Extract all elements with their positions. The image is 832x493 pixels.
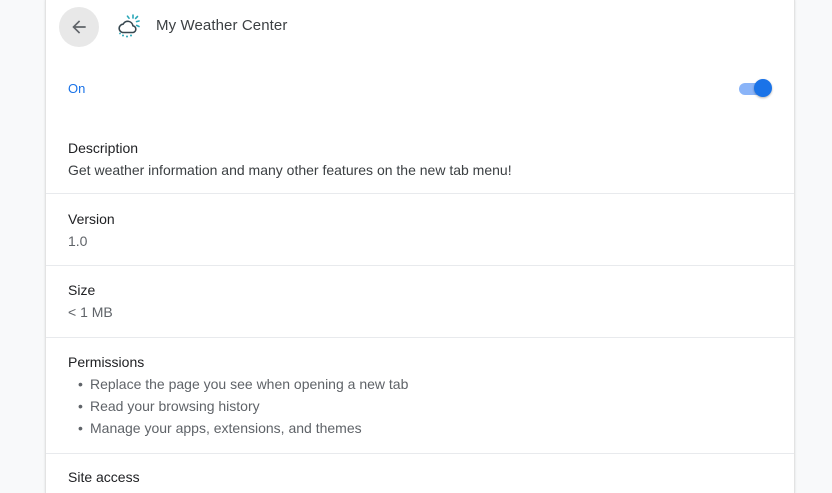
bullet: • xyxy=(78,420,83,436)
size-section: Size < 1 MB xyxy=(46,266,794,337)
permission-item: • Read your browsing history xyxy=(78,398,260,414)
description-section: Description Get weather information and … xyxy=(46,122,794,193)
permission-text: Read your browsing history xyxy=(90,398,260,414)
extension-title: My Weather Center xyxy=(156,17,288,34)
site-access-section: Site access xyxy=(46,454,794,493)
back-button[interactable] xyxy=(59,7,99,47)
permission-text: Replace the page you see when opening a … xyxy=(90,376,409,392)
enable-toggle[interactable] xyxy=(738,78,774,98)
toggle-knob xyxy=(754,79,772,97)
enable-row: On xyxy=(46,66,794,110)
permission-item: • Replace the page you see when opening a… xyxy=(78,376,408,392)
size-value: < 1 MB xyxy=(68,304,113,320)
site-access-label: Site access xyxy=(68,469,140,485)
permissions-label: Permissions xyxy=(68,354,145,370)
extension-details-card: My Weather Center On Description Get wea… xyxy=(45,0,795,493)
enable-status-label: On xyxy=(68,81,86,96)
size-label: Size xyxy=(68,282,96,298)
bullet: • xyxy=(78,376,83,392)
version-label: Version xyxy=(68,211,115,227)
description-value: Get weather information and many other f… xyxy=(68,162,512,178)
permissions-section: Permissions • Replace the page you see wh… xyxy=(46,338,794,453)
description-label: Description xyxy=(68,140,139,156)
permission-item: • Manage your apps, extensions, and theme… xyxy=(78,420,362,436)
bullet: • xyxy=(78,398,83,414)
arrow-back-icon xyxy=(72,20,86,34)
details-header: My Weather Center xyxy=(46,0,794,54)
permission-text: Manage your apps, extensions, and themes xyxy=(90,420,362,436)
version-value: 1.0 xyxy=(68,233,88,249)
weather-cloud-sun-icon xyxy=(118,14,140,38)
version-section: Version 1.0 xyxy=(46,194,794,265)
